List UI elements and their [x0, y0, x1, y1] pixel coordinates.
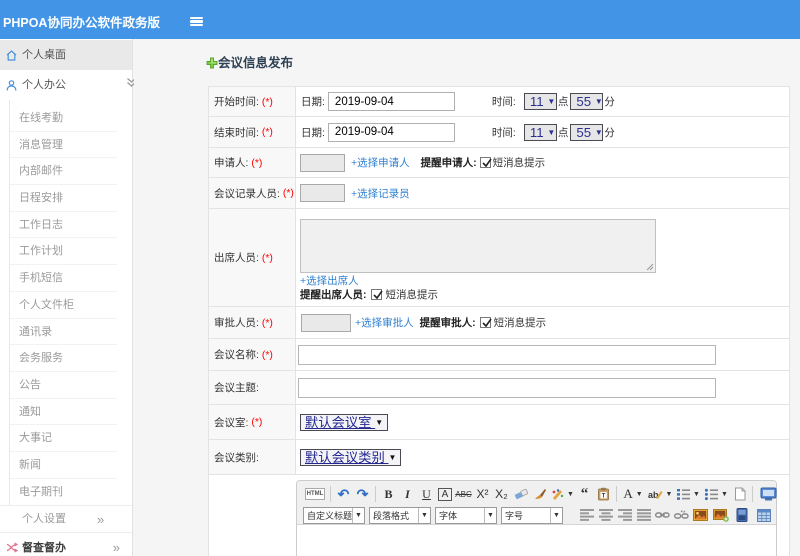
svg-text:T: T	[602, 493, 606, 499]
